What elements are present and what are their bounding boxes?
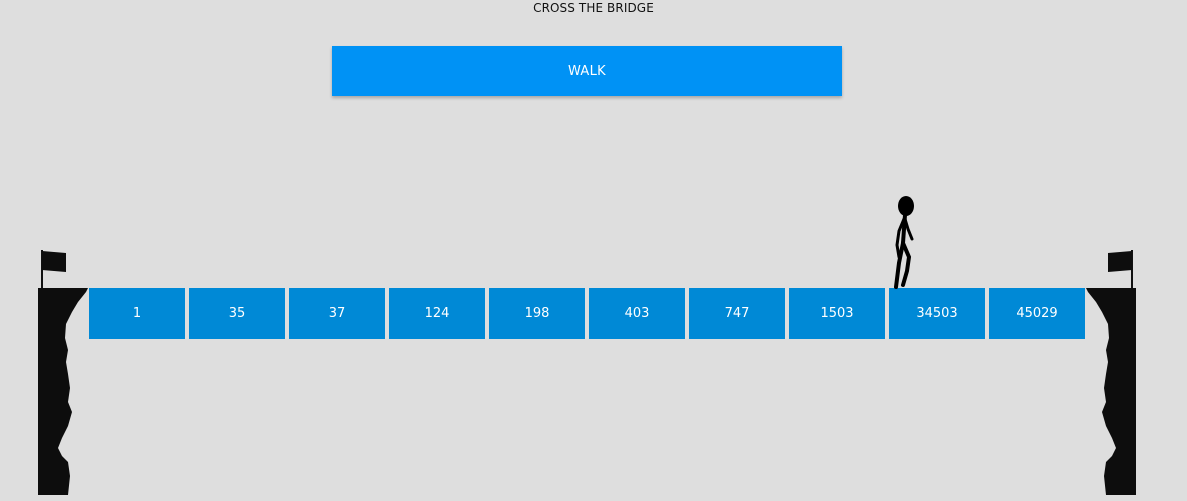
stick-figure-icon (894, 196, 914, 289)
plank-2[interactable]: 35 (189, 288, 285, 339)
plank-7[interactable]: 747 (689, 288, 785, 339)
plank-10[interactable]: 45029 (989, 288, 1085, 339)
right-cliff (1086, 250, 1136, 495)
plank-1[interactable]: 1 (89, 288, 185, 339)
right-flag-icon (1108, 250, 1133, 288)
game-stage: CROSS THE BRIDGE WALK 1 35 37 124 198 40… (0, 0, 1187, 501)
left-flag-icon (41, 250, 66, 288)
plank-5[interactable]: 198 (489, 288, 585, 339)
page-title: CROSS THE BRIDGE (533, 1, 654, 15)
plank-9[interactable]: 34503 (889, 288, 985, 339)
plank-6[interactable]: 403 (589, 288, 685, 339)
left-cliff (38, 250, 88, 495)
plank-3[interactable]: 37 (289, 288, 385, 339)
walk-button[interactable]: WALK (332, 46, 842, 96)
plank-8[interactable]: 1503 (789, 288, 885, 339)
plank-4[interactable]: 124 (389, 288, 485, 339)
